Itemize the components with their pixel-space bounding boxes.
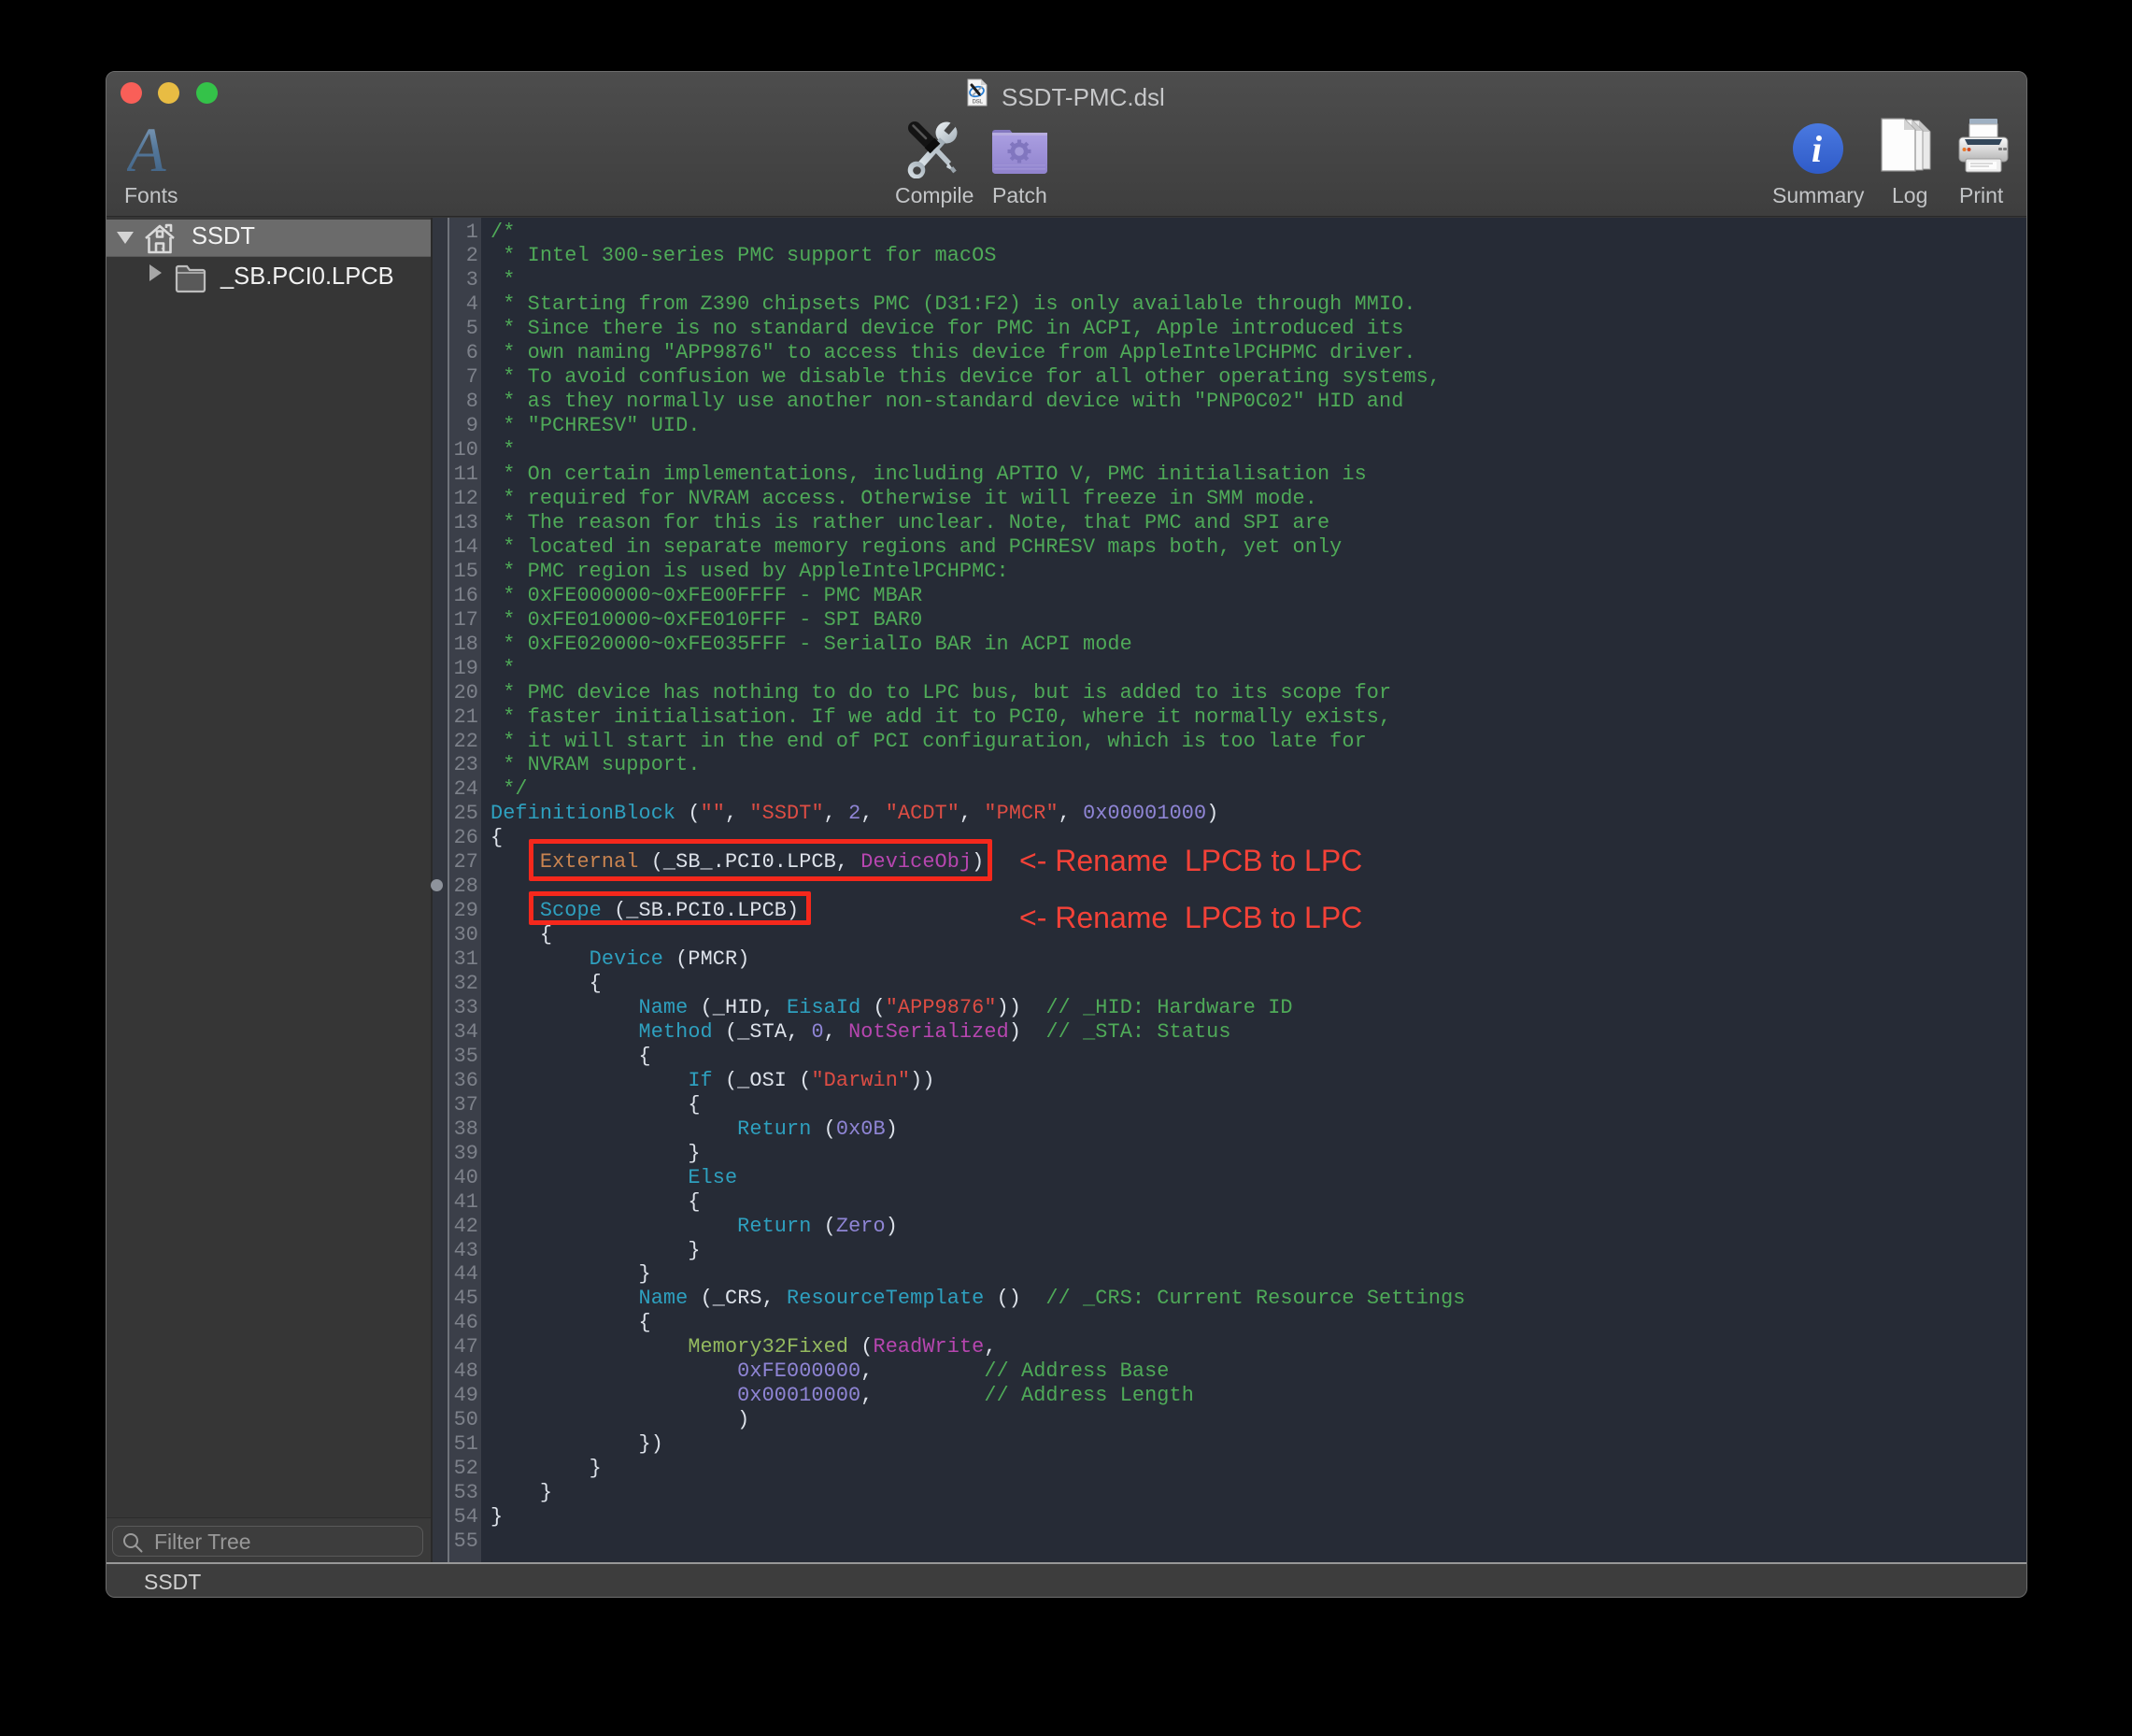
svg-text:DSL: DSL: [973, 100, 984, 106]
svg-text:i: i: [1812, 128, 1822, 170]
svg-text:A: A: [127, 125, 166, 174]
